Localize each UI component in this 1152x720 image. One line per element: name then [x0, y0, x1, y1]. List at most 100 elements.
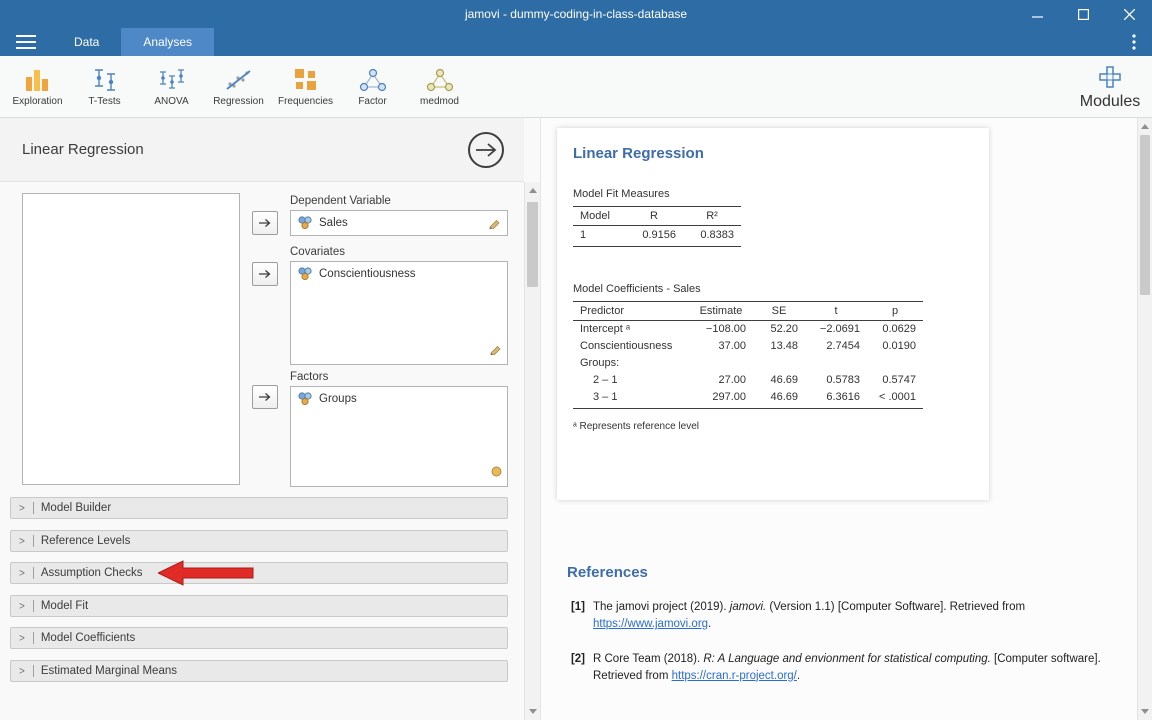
section-label: Model Builder — [41, 502, 111, 514]
hide-options-button[interactable] — [468, 132, 504, 168]
table-header: SE — [753, 301, 805, 320]
variable-item-groups[interactable]: Groups — [291, 387, 507, 410]
ribbon-label: Exploration — [12, 96, 62, 107]
section-model-coefficients[interactable]: > Model Coefficients — [10, 627, 508, 649]
table-header: Predictor — [573, 301, 689, 320]
fit-table-title: Model Fit Measures — [573, 188, 989, 200]
table-cell: 0.0190 — [867, 338, 923, 355]
table-cell: 0.8383 — [683, 226, 741, 247]
section-assumption-checks[interactable]: > Assumption Checks — [10, 562, 508, 584]
ribbon-regression[interactable]: Regression — [205, 59, 272, 115]
scroll-down-arrow[interactable] — [529, 709, 537, 714]
right-arrow-icon — [474, 142, 498, 158]
kebab-icon — [1132, 34, 1136, 50]
ribbon-label: Factor — [358, 96, 386, 107]
reference-level-footnote: ᵃ Represents reference level — [573, 421, 989, 432]
pencil-icon[interactable] — [488, 216, 501, 234]
options-scrollbar[interactable] — [524, 182, 540, 720]
ribbon-t-tests[interactable]: T-Tests — [71, 59, 138, 115]
maximize-button[interactable] — [1060, 0, 1106, 28]
table-cell: 297.00 — [689, 389, 753, 409]
options-panel: Linear Regression Dependent Variable Sal — [0, 118, 540, 720]
variables-list[interactable] — [22, 193, 240, 485]
table-header: R² — [683, 207, 741, 226]
scrollbar-thumb[interactable] — [527, 202, 538, 287]
ribbon-factor[interactable]: Factor — [339, 59, 406, 115]
reference-tail: . — [797, 670, 800, 682]
exploration-icon — [23, 67, 53, 93]
table-cell: 27.00 — [689, 372, 753, 389]
modules-button[interactable]: Modules — [1074, 59, 1146, 115]
table-row: 3 – 1297.0046.696.3616< .0001 — [573, 389, 923, 409]
close-button[interactable] — [1106, 0, 1152, 28]
chevron-right-icon: > — [19, 567, 25, 579]
table-cell: 6.3616 — [805, 389, 867, 409]
maximize-icon — [1078, 9, 1089, 20]
scroll-up-arrow[interactable] — [529, 188, 537, 193]
tab-data[interactable]: Data — [52, 28, 121, 56]
references-section: References [1] The jamovi project (2019)… — [555, 564, 1133, 702]
table-cell: 52.20 — [753, 320, 805, 338]
window-title: jamovi - dummy-coding-in-class-database — [0, 7, 1152, 21]
ribbon-frequencies[interactable]: Frequencies — [272, 59, 339, 115]
results-scrollbar[interactable] — [1137, 118, 1152, 720]
table-header: p — [867, 301, 923, 320]
assign-covariate-button[interactable] — [252, 262, 278, 286]
section-estimated-marginal-means[interactable]: > Estimated Marginal Means — [10, 660, 508, 682]
covariates-box[interactable]: Conscientiousness — [290, 261, 508, 365]
table-row: Groups: — [573, 355, 923, 372]
pencil-icon[interactable] — [489, 342, 502, 360]
cran-link[interactable]: https://cran.r-project.org/ — [672, 670, 797, 682]
table-cell: Intercept ᵃ — [573, 320, 689, 338]
section-label: Estimated Marginal Means — [41, 665, 177, 677]
table-cell: Groups: — [573, 355, 689, 372]
table-cell: −108.00 — [689, 320, 753, 338]
ribbon-anova[interactable]: ANOVA — [138, 59, 205, 115]
section-divider — [33, 632, 34, 644]
table-cell: 0.5747 — [867, 372, 923, 389]
reference-pre: The jamovi project (2019). — [593, 601, 730, 613]
factor-icon — [358, 67, 388, 93]
table-cell: 3 – 1 — [573, 389, 689, 409]
window-controls — [1014, 0, 1152, 28]
tab-bar: Data Analyses — [0, 28, 1152, 56]
ribbon-medmod[interactable]: medmod — [406, 59, 473, 115]
table-cell: 2 – 1 — [573, 372, 689, 389]
variable-item-conscientiousness[interactable]: Conscientiousness — [291, 262, 507, 285]
factors-label: Factors — [290, 371, 328, 383]
table-cell: 37.00 — [689, 338, 753, 355]
section-model-fit[interactable]: > Model Fit — [10, 595, 508, 617]
main-menu-button[interactable] — [0, 28, 52, 56]
jamovi-link[interactable]: https://www.jamovi.org — [593, 618, 708, 630]
section-label: Model Fit — [41, 600, 88, 612]
table-cell: 46.69 — [753, 372, 805, 389]
section-reference-levels[interactable]: > Reference Levels — [10, 530, 508, 552]
frequencies-icon — [291, 67, 321, 93]
ribbon-label: Frequencies — [278, 96, 333, 107]
table-cell: 13.48 — [753, 338, 805, 355]
table-row: 10.91560.8383 — [573, 226, 741, 247]
minimize-button[interactable] — [1014, 0, 1060, 28]
tab-analyses[interactable]: Analyses — [121, 28, 214, 56]
factors-box[interactable]: Groups — [290, 386, 508, 487]
chevron-right-icon: > — [19, 632, 25, 644]
assign-factor-button[interactable] — [252, 385, 278, 409]
analyses-ribbon: Exploration T-Tests ANOVA — [0, 56, 1152, 118]
section-model-builder[interactable]: > Model Builder — [10, 497, 508, 519]
dependent-variable-box[interactable]: Sales — [290, 210, 508, 236]
reference-number: [1] — [555, 599, 585, 634]
scroll-up-arrow[interactable] — [1141, 124, 1149, 129]
nominal-variable-icon — [297, 267, 313, 280]
ribbon-exploration[interactable]: Exploration — [4, 59, 71, 115]
reference-text: R Core Team (2018). R: A Language and en… — [593, 651, 1113, 686]
section-divider — [33, 567, 34, 579]
ribbon-label: Regression — [213, 96, 264, 107]
options-menu-button[interactable] — [1122, 28, 1146, 56]
linear-regression-results[interactable]: Linear Regression Model Fit Measures Mod… — [557, 128, 989, 500]
assign-dependent-button[interactable] — [252, 211, 278, 235]
scrollbar-thumb[interactable] — [1140, 135, 1150, 295]
variable-item-sales[interactable]: Sales — [291, 211, 507, 234]
scroll-down-arrow[interactable] — [1141, 709, 1149, 714]
section-divider — [33, 535, 34, 547]
table-cell: 0.5783 — [805, 372, 867, 389]
